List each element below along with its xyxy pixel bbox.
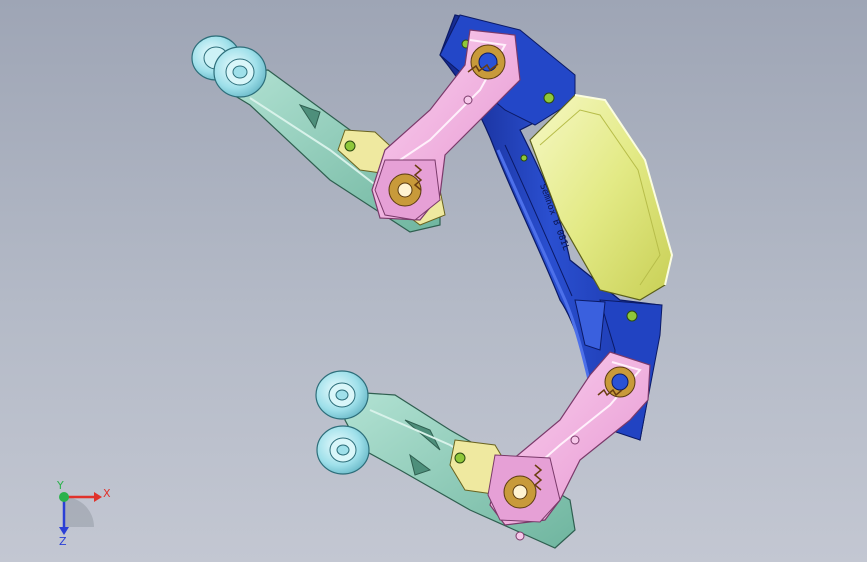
coordinate-triad: X Y Z: [56, 479, 111, 548]
y-axis-marker: [59, 492, 69, 502]
cad-viewport[interactable]: Semnox B 08IL X Y Z: [0, 0, 867, 562]
z-axis-label: Z: [59, 535, 67, 548]
upper-wheels[interactable]: [191, 35, 267, 98]
x-axis-label: X: [103, 487, 111, 500]
model-canvas[interactable]: Semnox B 08IL X Y Z: [0, 0, 867, 562]
y-axis-label: Y: [56, 479, 64, 492]
